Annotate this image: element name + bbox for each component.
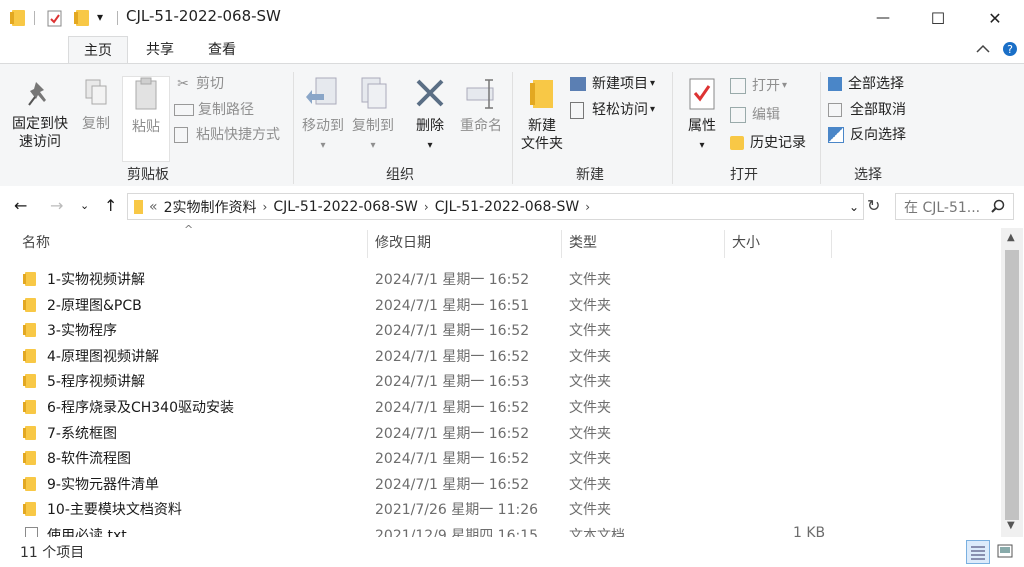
file-type: 文本文档 (569, 528, 625, 537)
file-name: 4-原理图视频讲解 (47, 348, 159, 365)
file-date: 2024/7/1 星期一 16:53 (375, 374, 530, 391)
file-row[interactable]: 5-程序视频讲解 2024/7/1 星期一 16:53 文件夹 (0, 368, 1000, 393)
help-icon[interactable]: ? (1002, 41, 1018, 57)
file-type: 文件夹 (569, 374, 611, 391)
file-name: 7-系统框图 (47, 425, 117, 442)
file-name: 1-实物视频讲解 (47, 272, 145, 288)
file-row[interactable]: 2-原理图&PCB 2024/7/1 星期一 16:51 文件夹 (0, 292, 1000, 317)
folder-icon (23, 323, 36, 338)
file-row[interactable]: 使用必读.txt 2021/12/9 星期四 16:15 文本文档 1 KB (0, 522, 1000, 537)
file-name: 9-实物元器件清单 (47, 476, 159, 493)
file-date: 2024/7/1 星期一 16:51 (375, 297, 530, 314)
scroll-up-icon[interactable]: ▲ (1007, 232, 1015, 243)
file-date: 2024/7/1 星期一 16:52 (375, 348, 530, 365)
folder-icon (23, 348, 36, 363)
file-type: 文件夹 (569, 400, 611, 416)
folder-icon (23, 272, 36, 286)
file-date: 2024/7/1 星期一 16:52 (375, 451, 530, 468)
folder-icon (23, 476, 36, 491)
scroll-down-icon[interactable]: ▼ (1007, 520, 1015, 531)
file-row[interactable]: 3-实物程序 2024/7/1 星期一 16:52 文件夹 (0, 317, 1000, 342)
file-type: 文件夹 (569, 476, 611, 493)
file-size: 1 KB (793, 525, 826, 537)
file-date: 2024/7/1 星期一 16:52 (375, 476, 530, 493)
folder-icon (23, 400, 36, 414)
file-row[interactable]: 1-实物视频讲解 2024/7/1 星期一 16:52 文件夹 (0, 266, 1000, 291)
file-list: 1-实物视频讲解 2024/7/1 星期一 16:52 文件夹 2-原理图&PCB 20… (0, 0, 1000, 537)
details-view-button[interactable] (966, 540, 990, 564)
file-date: 2024/7/1 星期一 16:52 (375, 272, 530, 288)
file-type: 文件夹 (569, 272, 611, 288)
details-view-icon (971, 546, 985, 560)
large-icons-view-icon (997, 544, 1013, 558)
folder-icon (23, 425, 36, 440)
file-row[interactable]: 10-主要模块文档资料 2021/7/26 星期一 11:26 文件夹 (0, 496, 1000, 521)
file-row[interactable]: 7-系统框图 2024/7/1 星期一 16:52 文件夹 (0, 420, 1000, 445)
file-name: 8-软件流程图 (47, 451, 131, 468)
item-count: 11 个项目 (20, 545, 85, 561)
folder-icon (23, 502, 36, 517)
file-type: 文件夹 (569, 348, 611, 365)
file-type: 文件夹 (569, 451, 611, 468)
folder-icon (23, 374, 36, 389)
folder-icon (23, 451, 36, 466)
vertical-scrollbar[interactable]: ▲ ▼ (1001, 228, 1023, 537)
file-name: 6-程序烧录及CH340驱动安装 (47, 400, 234, 416)
text-file-icon (25, 527, 38, 537)
file-row[interactable]: 8-软件流程图 2024/7/1 星期一 16:52 文件夹 (0, 445, 1000, 470)
file-date: 2024/7/1 星期一 16:52 (375, 323, 530, 340)
file-row[interactable]: 9-实物元器件清单 2024/7/1 星期一 16:52 文件夹 (0, 471, 1000, 496)
file-row[interactable]: 6-程序烧录及CH340驱动安装 2024/7/1 星期一 16:52 文件夹 (0, 394, 1000, 419)
file-type: 文件夹 (569, 502, 611, 519)
status-bar: 11 个项目 (0, 537, 1024, 566)
file-name: 2-原理图&PCB (47, 297, 142, 314)
file-name: 使用必读.txt (47, 528, 127, 537)
file-type: 文件夹 (569, 425, 611, 442)
folder-icon (23, 297, 36, 312)
file-date: 2021/7/26 星期一 11:26 (375, 502, 539, 519)
file-type: 文件夹 (569, 323, 611, 340)
file-date: 2024/7/1 星期一 16:52 (375, 425, 530, 442)
large-icons-view-button[interactable] (994, 540, 1016, 562)
file-name: 10-主要模块文档资料 (47, 502, 182, 519)
file-type: 文件夹 (569, 297, 611, 314)
file-date: 2024/7/1 星期一 16:52 (375, 400, 530, 416)
scrollbar-thumb[interactable] (1005, 250, 1019, 520)
file-date: 2021/12/9 星期四 16:15 (375, 528, 539, 537)
file-row[interactable]: 4-原理图视频讲解 2024/7/1 星期一 16:52 文件夹 (0, 343, 1000, 368)
file-name: 3-实物程序 (47, 323, 117, 340)
svg-text:?: ? (1007, 43, 1013, 56)
file-name: 5-程序视频讲解 (47, 374, 145, 391)
